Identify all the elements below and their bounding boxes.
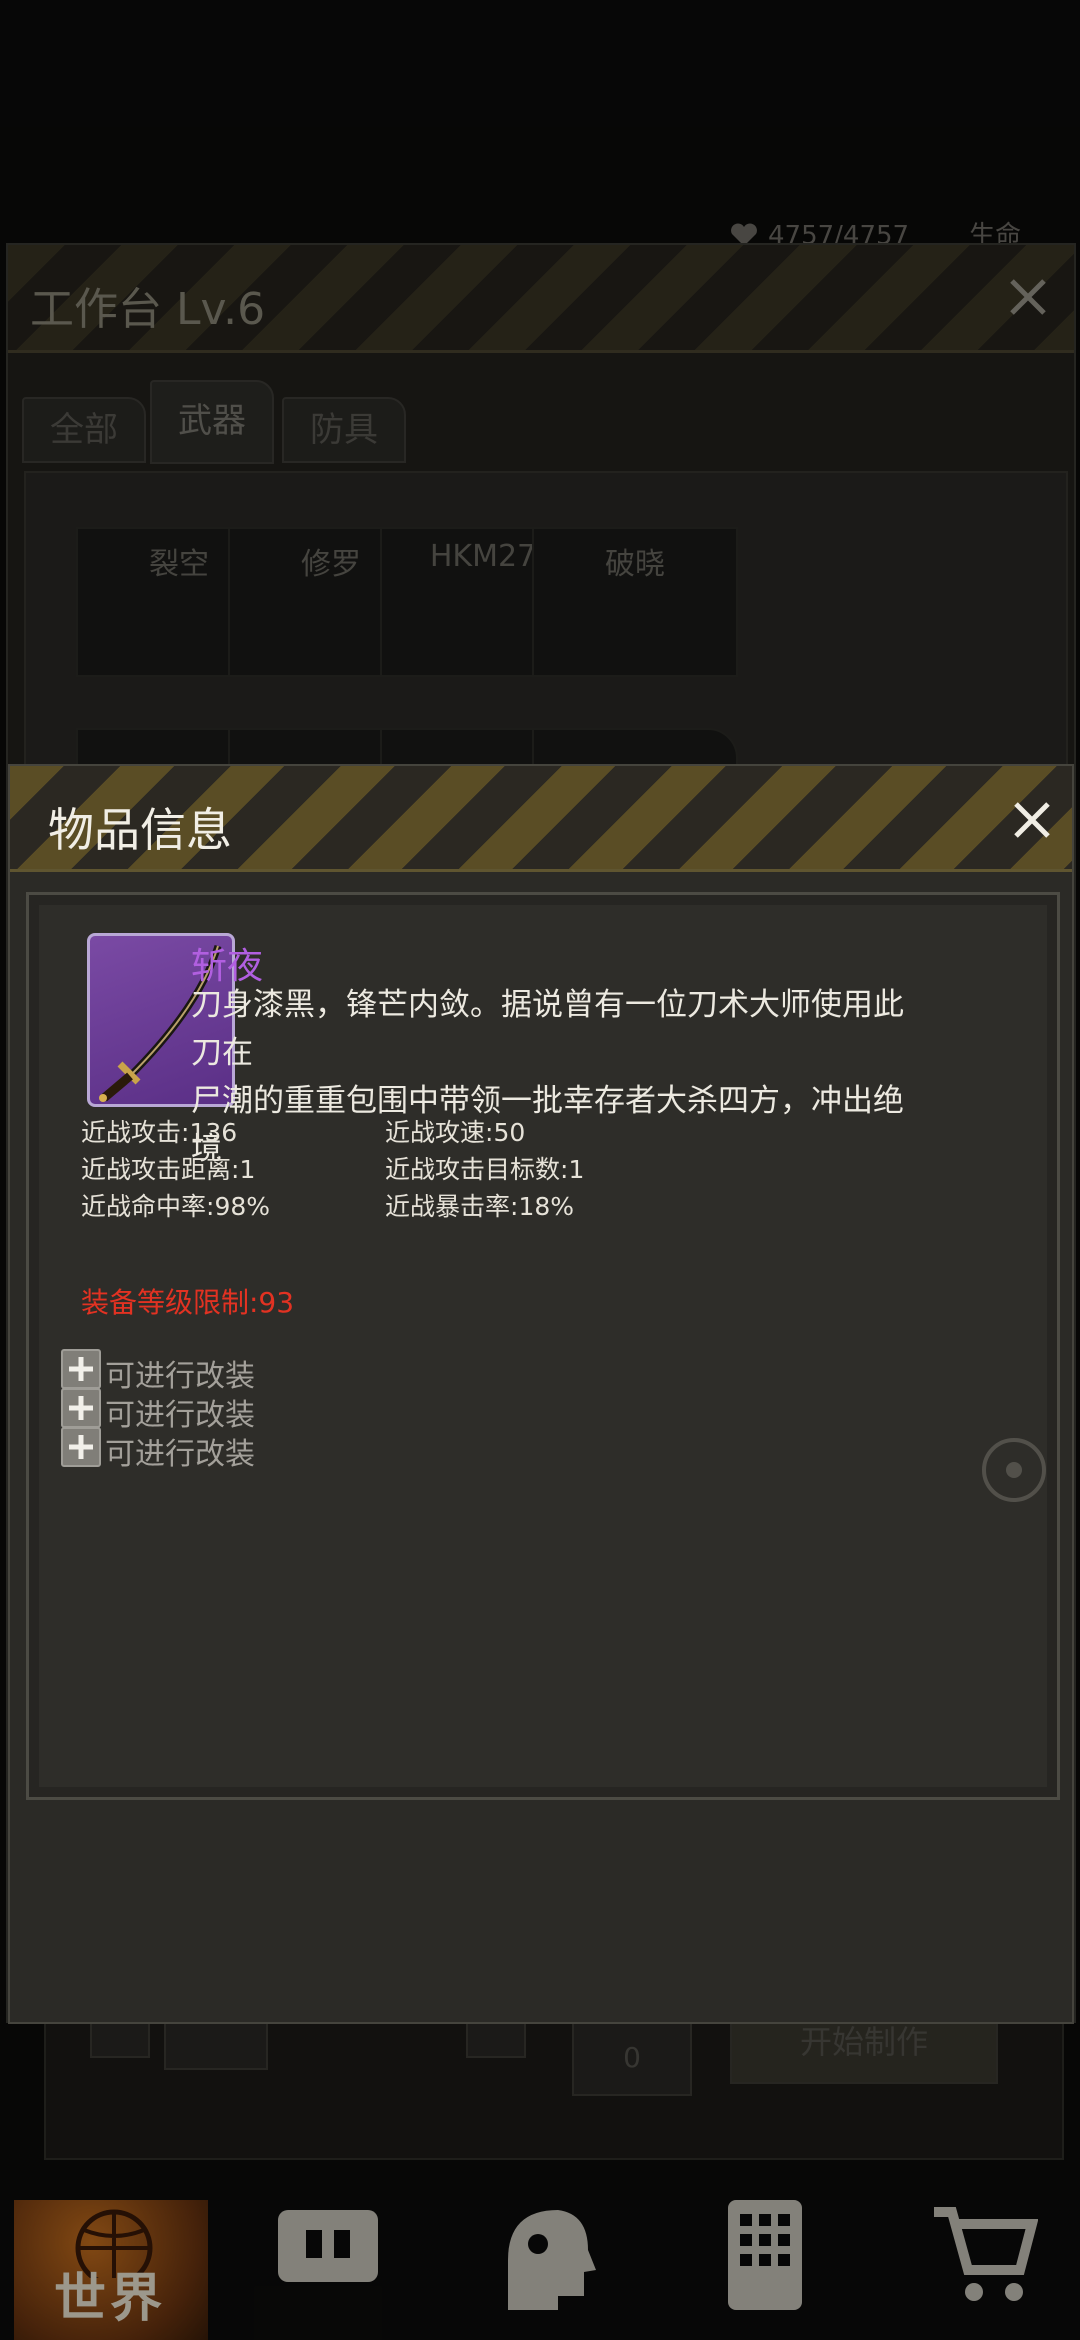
item-description: 刀身漆黑，锋芒内敛。据说曾有一位刀术大师使用此刀在 尸潮的重重包围中带领一批幸存… (191, 981, 911, 1173)
stat-value: 50 (493, 1118, 526, 1147)
mod-slot-plus-icon[interactable] (61, 1388, 101, 1428)
stat-value: 18% (518, 1192, 575, 1221)
stat-melee-targets: 近战攻击目标数:1 (385, 1155, 585, 1184)
item-info-close-icon[interactable] (1004, 792, 1060, 848)
stat-melee-attack: 近战攻击:136 (81, 1118, 238, 1147)
mod-slot-plus-icon[interactable] (61, 1427, 101, 1467)
stat-melee-range: 近战攻击距离:1 (81, 1155, 256, 1184)
stat-label: 近战攻击目标数 (385, 1155, 561, 1184)
item-info-title: 物品信息 (48, 803, 232, 857)
stat-melee-speed: 近战攻速:50 (385, 1118, 526, 1147)
mod-slot-label: 可进行改装 (105, 1398, 255, 1433)
mod-slot-label: 可进行改装 (105, 1359, 255, 1394)
stat-label: 近战攻击距离 (81, 1155, 232, 1184)
mod-slot-plus-icon[interactable] (61, 1349, 101, 1389)
item-description-line: 刀身漆黑，锋芒内敛。据说曾有一位刀术大师使用此刀在 (191, 987, 904, 1071)
stat-melee-hit-rate: 近战命中率:98% (81, 1192, 271, 1221)
equip-level-requirement: 装备等级限制:93 (81, 1286, 295, 1319)
item-info-modal: 物品信息 斩夜 刀身漆黑，锋芒内敛。据说曾有一位刀术大师使用此刀在 尸潮的重重包… (8, 764, 1074, 2024)
stat-label: 近战攻速 (385, 1118, 486, 1147)
stat-value: 98% (214, 1192, 271, 1221)
stat-label: 近战命中率 (81, 1192, 207, 1221)
stat-value: 136 (189, 1118, 238, 1147)
hazard-watermark-icon (979, 1435, 1049, 1505)
mod-slot-label: 可进行改装 (105, 1437, 255, 1472)
item-details-panel: 斩夜 刀身漆黑，锋芒内敛。据说曾有一位刀术大师使用此刀在 尸潮的重重包围中带领一… (26, 892, 1060, 1800)
stat-label: 近战暴击率 (385, 1192, 511, 1221)
stat-label: 近战攻击 (81, 1118, 182, 1147)
stat-melee-crit-rate: 近战暴击率:18% (385, 1192, 575, 1221)
stat-value: 1 (239, 1155, 256, 1184)
stat-value: 1 (568, 1155, 585, 1184)
